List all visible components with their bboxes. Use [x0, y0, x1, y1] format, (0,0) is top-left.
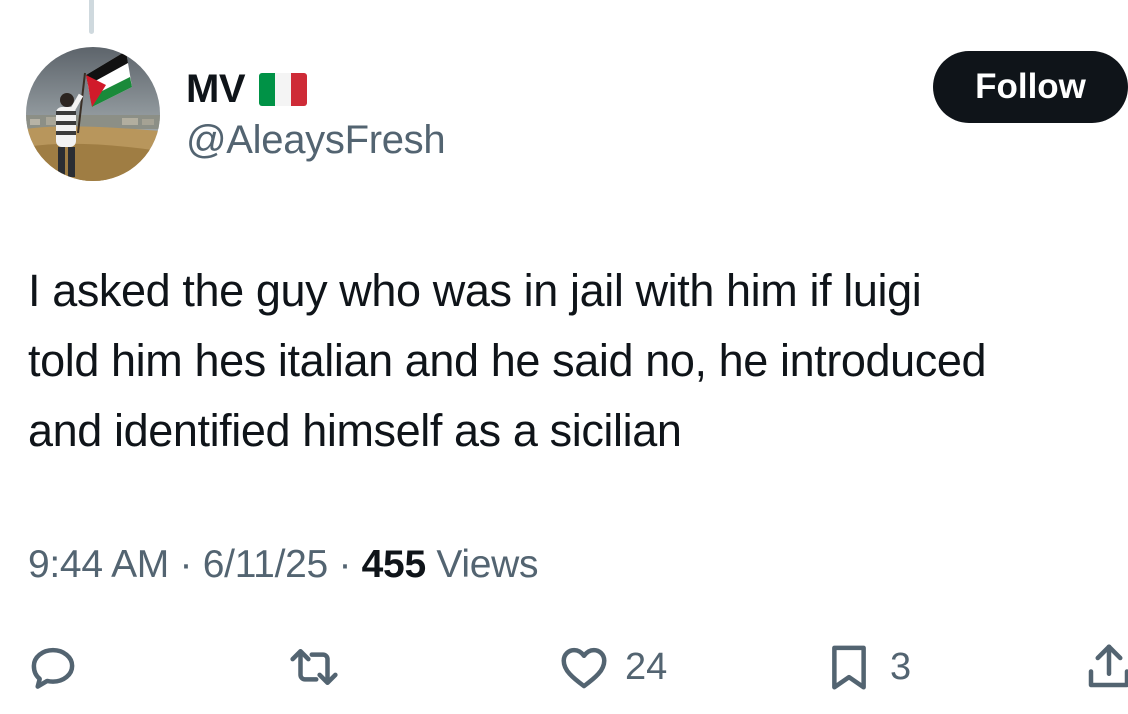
tweet-view: MV @AleaysFresh Follow I asked the guy w…	[0, 0, 1128, 714]
tweet-text-line: and identified himself as a sicilian	[28, 405, 682, 456]
like-button[interactable]: 24	[557, 640, 667, 694]
avatar[interactable]	[26, 47, 160, 181]
thread-line	[89, 0, 94, 34]
tweet-time[interactable]: 9:44 AM	[28, 543, 169, 586]
action-bar: 24 3	[0, 622, 1128, 714]
display-name[interactable]: MV	[186, 67, 246, 112]
meta-separator: ·	[169, 543, 203, 586]
tweet-text-line: I asked the guy who was in jail with him…	[28, 265, 922, 316]
user-handle[interactable]: @AleaysFresh	[186, 118, 446, 163]
bookmark-button[interactable]: 3	[822, 640, 911, 694]
bookmark-icon	[832, 645, 866, 690]
name-row: MV	[186, 66, 307, 112]
tweet-text: I asked the guy who was in jail with him…	[28, 256, 1128, 466]
share-button[interactable]	[1082, 640, 1128, 694]
bookmark-count: 3	[890, 645, 912, 688]
italy-flag-icon	[259, 72, 307, 106]
reply-icon	[31, 647, 75, 689]
tweet-meta: 9:44 AM · 6/11/25 · 455 Views	[28, 543, 539, 587]
meta-separator: ·	[327, 543, 362, 586]
tweet-text-line: told him hes italian and he said no, he …	[28, 335, 987, 386]
views-label: Views	[436, 543, 539, 586]
retweet-icon	[290, 649, 338, 685]
avatar-image	[26, 47, 160, 181]
like-count: 24	[625, 645, 668, 688]
follow-button[interactable]: Follow	[933, 51, 1128, 123]
views-count: 455	[361, 543, 426, 586]
tweet-date[interactable]: 6/11/25	[203, 543, 328, 586]
retweet-button[interactable]	[287, 640, 341, 694]
share-icon	[1088, 644, 1128, 688]
reply-button[interactable]	[26, 640, 80, 694]
heart-icon	[561, 647, 607, 689]
